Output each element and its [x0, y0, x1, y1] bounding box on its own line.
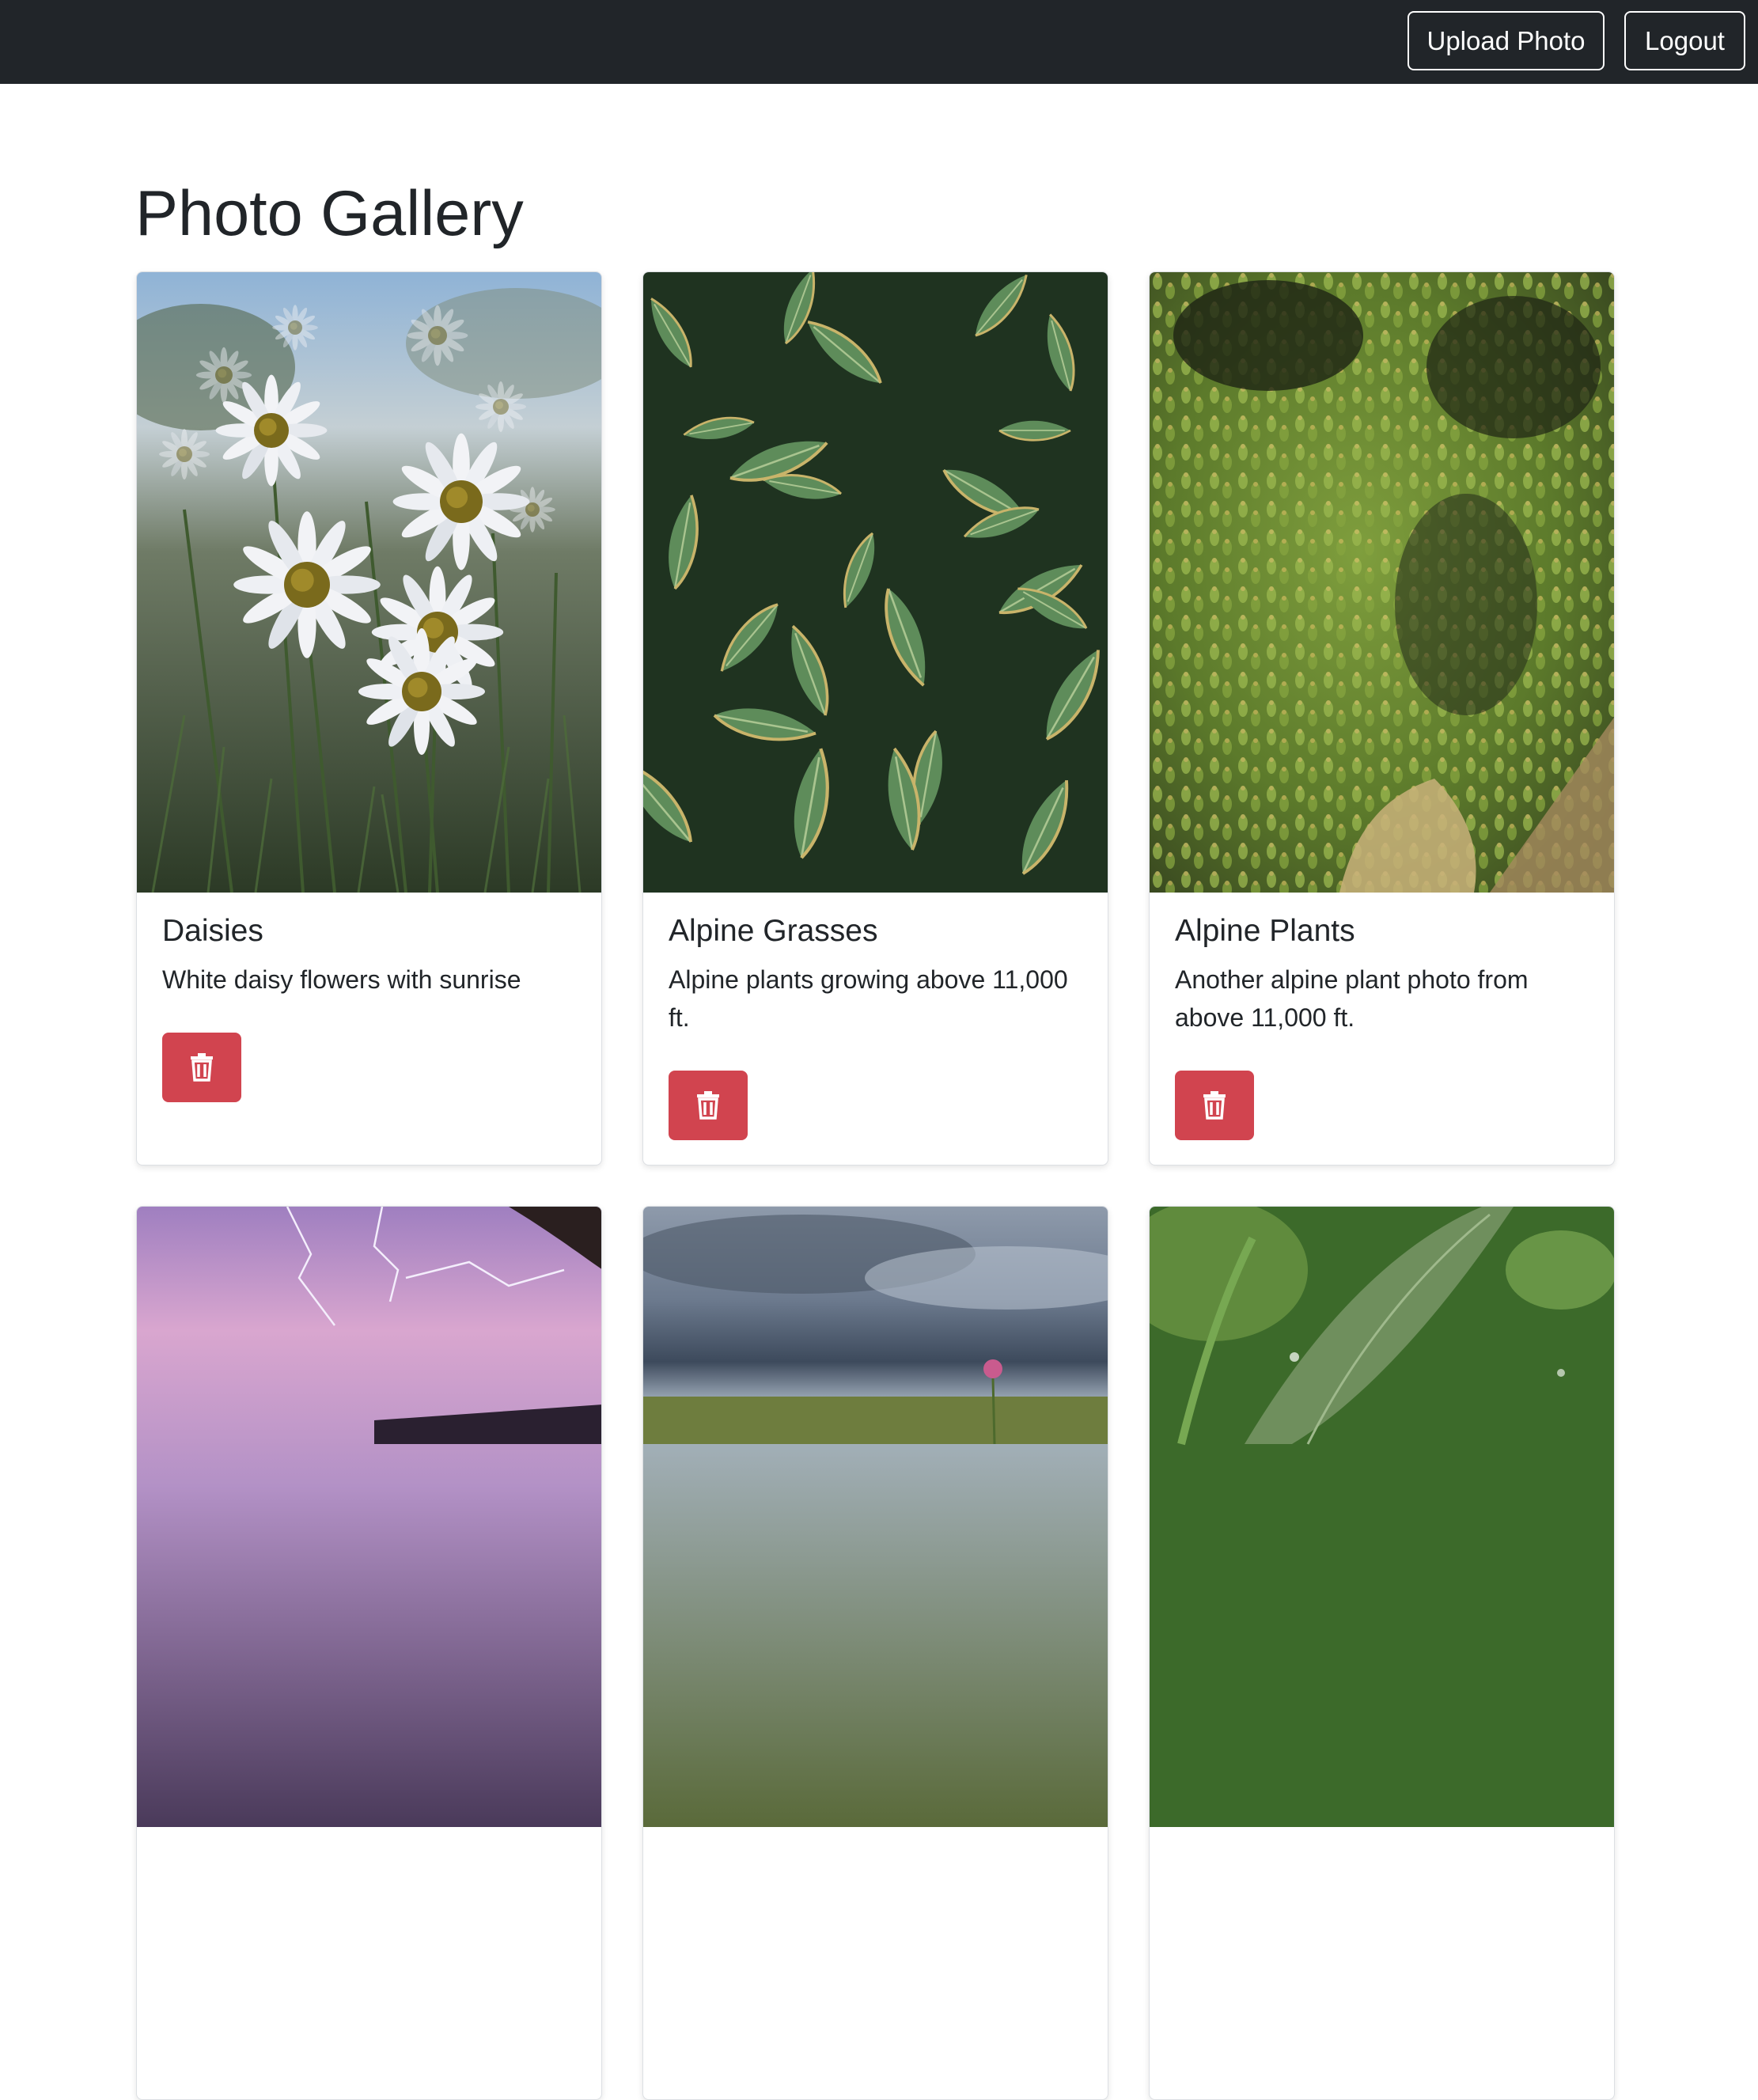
- photo-card: [1149, 1206, 1615, 2100]
- trash-icon: [191, 1053, 213, 1082]
- photo-card: [136, 1206, 602, 2100]
- logout-button[interactable]: Logout: [1624, 11, 1745, 70]
- photo-title: Alpine Plants: [1175, 914, 1355, 948]
- upload-photo-button[interactable]: Upload Photo: [1408, 11, 1605, 70]
- trash-icon: [697, 1091, 719, 1120]
- photo-description: White daisy flowers with sunrise: [162, 965, 521, 994]
- photo-card: Alpine Grasses Alpine plants growing abo…: [642, 271, 1108, 1166]
- trash-icon: [1203, 1091, 1226, 1120]
- photo-title: Alpine Grasses: [669, 914, 878, 948]
- photo-description: Another alpine plant photo from above 11…: [1175, 965, 1529, 1032]
- photo-title: Daisies: [162, 914, 263, 948]
- photo-card: [642, 1206, 1108, 2100]
- navbar: Upload Photo Logout: [0, 0, 1758, 84]
- delete-photo-button[interactable]: [1175, 1071, 1254, 1140]
- photo-image[interactable]: [1150, 272, 1615, 893]
- photo-card: Alpine Plants Another alpine plant photo…: [1149, 271, 1615, 1166]
- photo-image[interactable]: [137, 1207, 602, 1827]
- photo-image[interactable]: [137, 272, 602, 893]
- photo-card: Daisies White daisy flowers with sunrise: [136, 271, 602, 1166]
- page-title: Photo Gallery: [135, 178, 524, 249]
- photo-image[interactable]: [1150, 1207, 1615, 1827]
- delete-photo-button[interactable]: [669, 1071, 748, 1140]
- delete-photo-button[interactable]: [162, 1033, 241, 1102]
- photo-description: Alpine plants growing above 11,000 ft.: [669, 965, 1068, 1032]
- photo-image[interactable]: [643, 272, 1108, 893]
- photo-image[interactable]: [643, 1207, 1108, 1827]
